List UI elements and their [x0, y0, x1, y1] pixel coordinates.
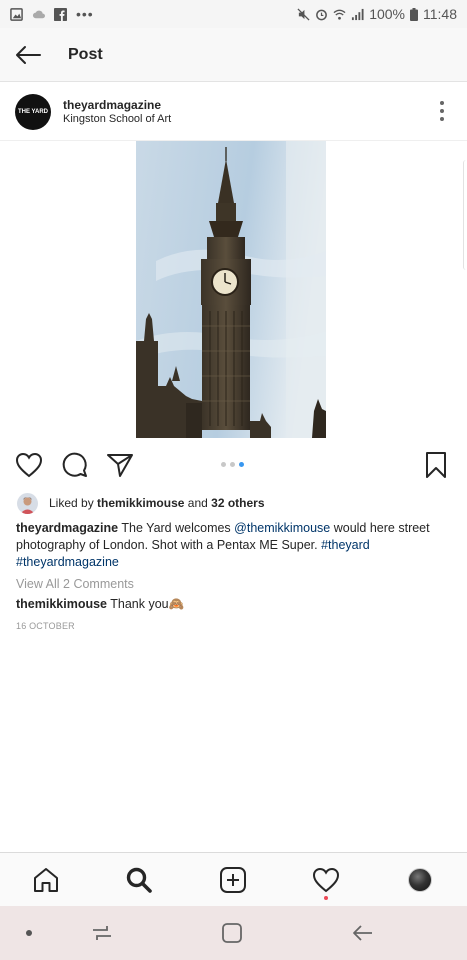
more-vertical-icon-dot — [440, 117, 444, 121]
bottom-navigation — [0, 852, 467, 906]
status-bar: ••• 100% 11:48 — [0, 0, 467, 28]
avatar-logo-text: THE YARD — [17, 108, 48, 115]
post-author-username[interactable]: theyardmagazine — [63, 98, 171, 112]
battery-icon — [410, 7, 418, 21]
notification-dot — [324, 896, 328, 900]
post-author-info: theyardmagazine Kingston School of Art — [63, 98, 171, 126]
caption-text-1: The Yard welcomes — [121, 521, 231, 535]
post-header: THE YARD theyardmagazine Kingston School… — [0, 83, 467, 141]
page-title: Post — [68, 45, 103, 63]
recent-apps-icon — [93, 926, 111, 940]
big-ben-image — [136, 141, 326, 438]
facebook-icon — [54, 7, 67, 21]
back-icon — [353, 925, 372, 941]
comment-icon — [62, 452, 87, 477]
liker-username[interactable]: themikkimouse — [97, 496, 184, 510]
comment-item: themikkimouse Thank you🙈 — [16, 597, 184, 612]
send-icon — [107, 454, 133, 477]
liker-avatar — [17, 492, 38, 514]
likes-and: and — [187, 496, 208, 510]
more-vertical-icon-dot — [440, 109, 444, 113]
nav-activity[interactable] — [309, 863, 343, 900]
caption-hashtag[interactable]: #theyard — [321, 538, 370, 552]
gallery-icon — [10, 7, 23, 21]
caption-mention[interactable]: @themikkimouse — [234, 521, 330, 535]
home-square-icon — [222, 923, 242, 943]
profile-avatar — [408, 868, 432, 892]
caption-hashtag[interactable]: #theyardmagazine — [16, 555, 119, 569]
post-location[interactable]: Kingston School of Art — [63, 112, 171, 126]
nav-new-post[interactable] — [216, 863, 250, 897]
scroll-indicator[interactable] — [463, 160, 467, 270]
back-button[interactable] — [0, 28, 56, 82]
post-author-avatar[interactable]: THE YARD — [15, 93, 51, 130]
post-actions — [0, 446, 467, 482]
back-system-button[interactable] — [349, 920, 377, 946]
like-button[interactable] — [14, 450, 44, 480]
wifi-icon — [333, 9, 346, 20]
mute-icon — [297, 7, 310, 21]
comment-text: Thank you🙈 — [110, 597, 185, 611]
caption-username[interactable]: theyardmagazine — [16, 521, 118, 535]
view-all-comments-link[interactable]: View All 2 Comments — [16, 577, 134, 591]
carousel-indicator — [221, 462, 244, 467]
home-icon — [34, 868, 58, 892]
arrow-left-icon — [16, 45, 41, 64]
clock: 11:48 — [423, 6, 457, 22]
share-button[interactable] — [105, 450, 135, 480]
nav-dot-button[interactable] — [15, 920, 43, 946]
battery-percent: 100% — [369, 6, 405, 22]
comment-button[interactable] — [60, 450, 90, 480]
carousel-dot — [221, 462, 226, 467]
cloud-icon — [32, 10, 45, 18]
post-date: 16 OCTOBER — [16, 621, 75, 631]
save-button[interactable] — [421, 450, 451, 480]
system-navigation-bar — [0, 906, 467, 960]
likes-prefix: Liked by — [49, 496, 94, 510]
likes-summary[interactable]: Liked by themikkimouse and 32 others — [17, 492, 265, 514]
activity-heart-icon — [312, 867, 340, 893]
heart-icon — [15, 452, 43, 478]
alarm-icon — [316, 9, 328, 20]
signal-icon — [352, 8, 364, 20]
nav-profile[interactable] — [403, 863, 437, 897]
bookmark-icon — [426, 452, 446, 478]
more-options-button[interactable] — [439, 101, 445, 121]
nav-search[interactable] — [122, 863, 156, 897]
add-post-icon — [220, 867, 246, 893]
recent-apps-button[interactable] — [88, 920, 116, 946]
more-dots-icon: ••• — [76, 6, 94, 22]
carousel-dot — [230, 462, 235, 467]
home-system-button[interactable] — [218, 920, 246, 946]
search-icon — [126, 867, 152, 893]
app-header: Post — [0, 28, 467, 82]
nav-home[interactable] — [29, 863, 63, 897]
carousel-dot-active — [239, 462, 244, 467]
post-photo[interactable] — [136, 141, 326, 438]
post-caption: theyardmagazine The Yard welcomes @themi… — [16, 520, 446, 571]
likes-others-count[interactable]: 32 others — [211, 496, 264, 510]
more-vertical-icon-dot — [440, 101, 444, 105]
dot-icon — [26, 930, 32, 936]
comment-username[interactable]: themikkimouse — [16, 597, 107, 611]
